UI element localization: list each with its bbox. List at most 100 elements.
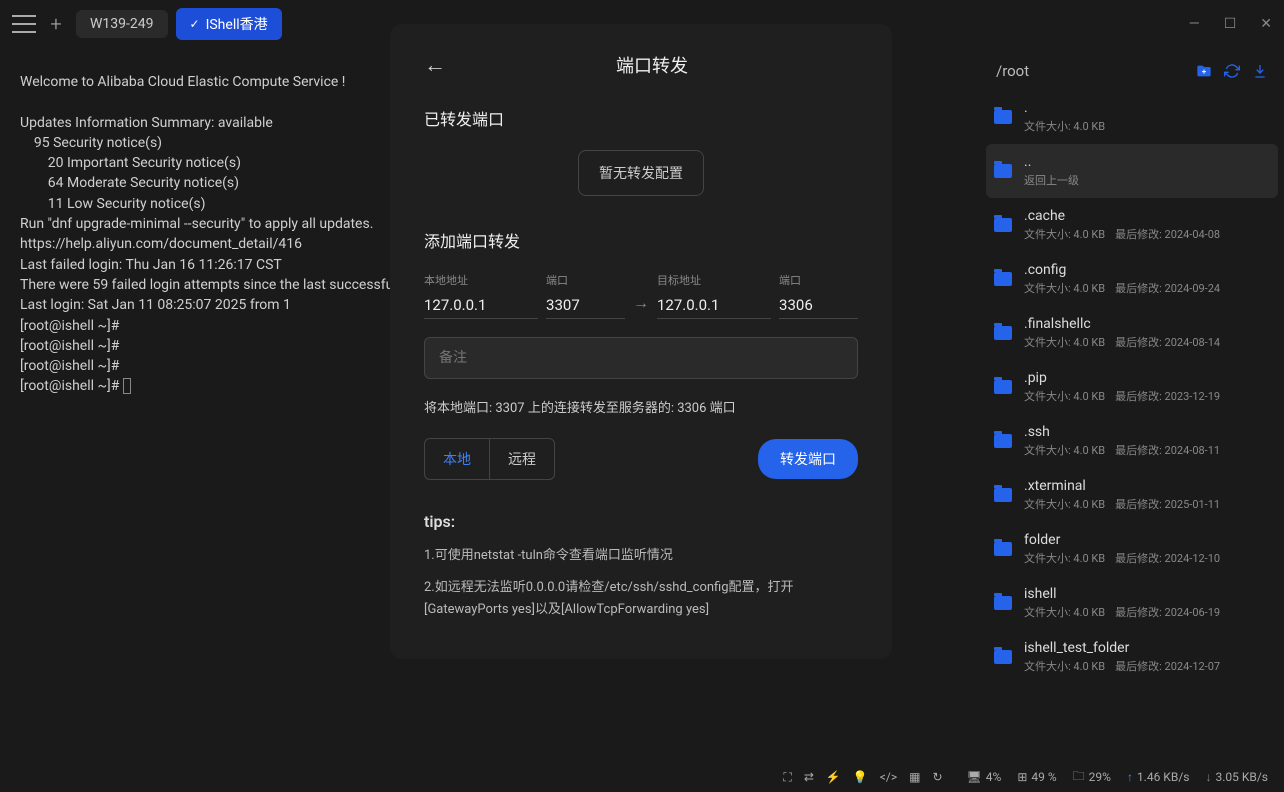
menu-icon[interactable] bbox=[12, 15, 36, 33]
disk-icon: 🗀 bbox=[1073, 767, 1085, 788]
code-icon[interactable]: </> bbox=[880, 770, 897, 785]
tool-icon-2[interactable]: ⚡ bbox=[826, 770, 841, 785]
file-row[interactable]: ishell_test_folder 文件大小: 4.0 KB 最后修改: 202… bbox=[986, 630, 1278, 684]
folder-icon bbox=[994, 218, 1012, 232]
file-row[interactable]: .xterminal 文件大小: 4.0 KB 最后修改: 2025-01-11 bbox=[986, 468, 1278, 522]
file-name: . bbox=[1024, 100, 1270, 116]
file-name: .finalshellc bbox=[1024, 316, 1270, 332]
target-addr-label: 目标地址 bbox=[657, 272, 771, 288]
upload-icon: ↑ bbox=[1127, 770, 1133, 784]
file-row[interactable]: ishell 文件大小: 4.0 KB 最后修改: 2024-06-19 bbox=[986, 576, 1278, 630]
forwarded-section-title: 已转发端口 bbox=[424, 106, 858, 130]
reload-icon[interactable]: ↻ bbox=[932, 770, 942, 785]
local-addr-input[interactable] bbox=[424, 292, 538, 319]
clipboard-icon[interactable]: ▦ bbox=[909, 770, 920, 785]
file-modified: 最后修改: 2023-12-19 bbox=[1115, 388, 1220, 404]
check-icon: ✓ bbox=[190, 17, 200, 31]
folder-icon bbox=[994, 326, 1012, 340]
file-modified: 最后修改: 2024-08-14 bbox=[1115, 334, 1220, 350]
add-tab-button[interactable]: + bbox=[44, 12, 68, 36]
lightbulb-icon[interactable]: 💡 bbox=[853, 770, 868, 785]
file-row[interactable]: .pip 文件大小: 4.0 KB 最后修改: 2023-12-19 bbox=[986, 360, 1278, 414]
file-size: 文件大小: 4.0 KB bbox=[1024, 280, 1105, 296]
file-name: .. bbox=[1024, 154, 1270, 170]
refresh-icon[interactable] bbox=[1224, 63, 1240, 79]
tab-2[interactable]: ✓ IShell香港 bbox=[176, 8, 282, 40]
tab-1[interactable]: W139-249 bbox=[76, 10, 168, 38]
window-controls: — ☐ ✕ bbox=[1189, 16, 1272, 32]
file-name: .xterminal bbox=[1024, 478, 1270, 494]
file-size: 文件大小: 4.0 KB bbox=[1024, 334, 1105, 350]
forward-button[interactable]: 转发端口 bbox=[758, 439, 858, 479]
note-input[interactable] bbox=[424, 337, 858, 379]
back-icon[interactable]: ← bbox=[424, 52, 446, 78]
file-name: .pip bbox=[1024, 370, 1270, 386]
folder-icon bbox=[994, 650, 1012, 664]
status-bar: ⛶ ⇄ ⚡ 💡 </> ▦ ↻ 🖥4% ⊞49 % 🗀29% ↑1.46 KB/… bbox=[0, 762, 1284, 792]
file-size: 返回上一级 bbox=[1024, 172, 1079, 188]
local-addr-label: 本地地址 bbox=[424, 272, 538, 288]
file-row[interactable]: folder 文件大小: 4.0 KB最后修改: 2024-12-10 bbox=[986, 522, 1278, 576]
file-row[interactable]: . 文件大小: 4.0 KB bbox=[986, 90, 1278, 144]
maximize-icon[interactable]: ☐ bbox=[1224, 16, 1237, 32]
file-size: 文件大小: 4.0 KB bbox=[1024, 604, 1105, 620]
file-size: 文件大小: 4.0 KB bbox=[1024, 496, 1105, 512]
file-size: 文件大小: 4.0 KB bbox=[1024, 442, 1105, 458]
mem-stat: 49 % bbox=[1031, 770, 1056, 784]
screenshot-icon[interactable]: ⛶ bbox=[783, 770, 791, 785]
file-row[interactable]: .finalshellc 文件大小: 4.0 KB 最后修改: 2024-08-1… bbox=[986, 306, 1278, 360]
local-port-label: 端口 bbox=[546, 272, 625, 288]
folder-icon bbox=[994, 596, 1012, 610]
file-modified: 最后修改: 2024-09-24 bbox=[1115, 280, 1220, 296]
file-row[interactable]: .cache 文件大小: 4.0 KB最后修改: 2024-04-08 bbox=[986, 198, 1278, 252]
cpu-stat: 4% bbox=[986, 770, 1002, 784]
tip-2: 2.如远程无法监听0.0.0.0请检查/etc/ssh/sshd_config配… bbox=[424, 577, 858, 621]
folder-icon bbox=[994, 542, 1012, 556]
download-icon[interactable] bbox=[1252, 63, 1268, 79]
segment-remote[interactable]: 远程 bbox=[489, 438, 555, 480]
empty-state: 暂无转发配置 bbox=[578, 150, 704, 196]
cursor-icon bbox=[123, 378, 131, 394]
current-path[interactable]: /root bbox=[996, 62, 1184, 80]
arrow-icon: → bbox=[633, 279, 649, 313]
file-size: 文件大小: 4.0 KB bbox=[1024, 388, 1105, 404]
file-size: 文件大小: 4.0 KB bbox=[1024, 226, 1105, 242]
file-size: 文件大小: 4.0 KB bbox=[1024, 658, 1105, 674]
target-port-label: 端口 bbox=[779, 272, 858, 288]
close-icon[interactable]: ✕ bbox=[1260, 16, 1272, 32]
files-list: . 文件大小: 4.0 KB .. 返回上一级 .cache 文件大小: 4.0… bbox=[980, 90, 1284, 762]
local-port-input[interactable] bbox=[546, 292, 625, 319]
dialog-title: 端口转发 bbox=[446, 52, 858, 78]
target-addr-input[interactable] bbox=[657, 292, 771, 319]
file-row[interactable]: .ssh 文件大小: 4.0 KB最后修改: 2024-08-11 bbox=[986, 414, 1278, 468]
download-stat: 3.05 KB/s bbox=[1215, 770, 1268, 784]
forward-description: 将本地端口: 3307 上的连接转发至服务器的: 3306 端口 bbox=[424, 397, 858, 416]
folder-icon bbox=[994, 110, 1012, 124]
monitor-icon: 🖥 bbox=[967, 770, 982, 784]
file-name: .ssh bbox=[1024, 424, 1270, 440]
folder-icon bbox=[994, 380, 1012, 394]
chip-icon: ⊞ bbox=[1017, 770, 1027, 784]
folder-icon bbox=[994, 434, 1012, 448]
add-section-title: 添加端口转发 bbox=[424, 228, 858, 252]
file-row[interactable]: .. 返回上一级 bbox=[986, 144, 1278, 198]
file-modified: 最后修改: 2025-01-11 bbox=[1115, 496, 1220, 512]
upload-stat: 1.46 KB/s bbox=[1137, 770, 1190, 784]
file-size: 文件大小: 4.0 KB bbox=[1024, 118, 1105, 134]
file-name: ishell_test_folder bbox=[1024, 640, 1270, 656]
target-port-input[interactable] bbox=[779, 292, 858, 319]
file-row[interactable]: .config 文件大小: 4.0 KB最后修改: 2024-09-24 bbox=[986, 252, 1278, 306]
minimize-icon[interactable]: — bbox=[1189, 16, 1200, 32]
file-modified: 最后修改: 2024-04-08 bbox=[1115, 226, 1220, 242]
terminal-output: Welcome to Alibaba Cloud Elastic Compute… bbox=[20, 74, 434, 394]
file-name: ishell bbox=[1024, 586, 1270, 602]
segment-local[interactable]: 本地 bbox=[424, 438, 489, 480]
file-modified: 最后修改: 2024-12-07 bbox=[1115, 658, 1220, 674]
download-stat-icon: ↓ bbox=[1205, 770, 1211, 784]
folder-icon bbox=[994, 488, 1012, 502]
tool-icon-1[interactable]: ⇄ bbox=[804, 770, 814, 785]
new-folder-icon[interactable] bbox=[1196, 63, 1212, 79]
folder-icon bbox=[994, 164, 1012, 178]
file-modified: 最后修改: 2024-06-19 bbox=[1115, 604, 1220, 620]
file-size: 文件大小: 4.0 KB bbox=[1024, 550, 1105, 566]
